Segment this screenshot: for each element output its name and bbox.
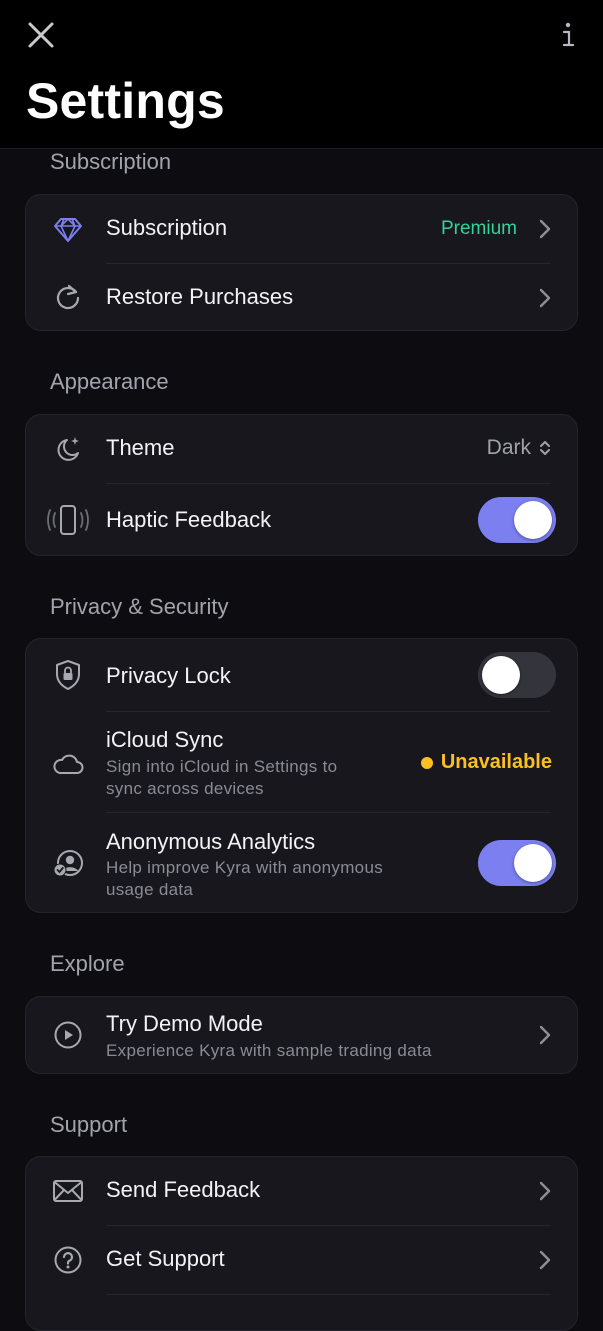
chevron-right-icon [535,217,555,241]
toggle-knob [514,844,552,882]
theme-value[interactable]: Dark [487,436,531,460]
moon-sparkle-icon [50,431,86,467]
haptic-feedback-row: Haptic Feedback [26,484,577,556]
chevron-right-icon [535,286,555,310]
haptic-feedback-toggle[interactable] [478,497,556,543]
nav-header: Settings [0,0,603,149]
section-label-explore: Explore [50,951,125,976]
chevron-right-icon [535,1023,555,1047]
privacy-lock-row: Privacy Lock [26,639,577,711]
anonymous-analytics-label: Anonymous Analytics [106,829,316,854]
privacy-lock-toggle[interactable] [478,652,556,698]
icloud-sync-label: iCloud Sync [106,727,224,752]
anonymous-analytics-row: Anonymous Analytics Help improve Kyra wi… [26,813,577,913]
play-circle-icon [50,1017,86,1053]
chevron-right-icon [535,1248,555,1272]
section-label-privacy: Privacy & Security [50,594,229,619]
appearance-card: Theme Dark Haptic Feedback [25,414,578,556]
divider [106,1294,551,1295]
subscription-card: Subscription Premium Restore Purchases [25,194,578,331]
page-title: Settings [26,73,225,129]
icloud-status-badge: Unavailable [420,751,552,774]
send-feedback-label: Send Feedback [106,1177,261,1202]
shield-lock-icon [50,657,86,693]
get-support-label: Get Support [106,1246,225,1271]
get-support-row[interactable]: Get Support [26,1226,577,1294]
icloud-sync-subtitle-line1: Sign into iCloud in Settings to [106,757,338,776]
restore-purchases-label: Restore Purchases [106,284,294,309]
privacy-lock-label: Privacy Lock [106,663,231,688]
question-circle-icon [50,1242,86,1278]
icloud-status-text: Unavailable [440,751,552,773]
toggle-knob [514,501,552,539]
subscription-label: Subscription [106,215,228,240]
send-feedback-row[interactable]: Send Feedback [26,1157,577,1225]
restore-purchases-row[interactable]: Restore Purchases [26,264,577,332]
anonymous-analytics-subtitle-line1: Help improve Kyra with anonymous [106,858,383,877]
cloud-icon [50,746,86,782]
status-dot [420,756,433,769]
chevron-up-down-icon [537,436,553,460]
subscription-status-value: Premium [440,218,517,239]
anonymous-analytics-toggle[interactable] [478,840,556,886]
diamond-icon [50,211,86,247]
icloud-sync-row: iCloud Sync Sign into iCloud in Settings… [26,712,577,812]
section-label-appearance: Appearance [50,369,169,394]
envelope-icon [50,1173,86,1209]
explore-card: Try Demo Mode Experience Kyra with sampl… [25,996,578,1074]
info-icon [562,22,575,47]
section-label-subscription: Subscription [50,149,172,174]
privacy-card: Privacy Lock iCloud Sync Sign into iClou… [25,638,578,913]
haptic-feedback-label: Haptic Feedback [106,507,272,532]
section-label-support: Support [50,1112,128,1137]
try-demo-mode-label: Try Demo Mode [106,1011,263,1036]
try-demo-mode-subtitle: Experience Kyra with sample trading data [106,1041,432,1060]
theme-label: Theme [106,435,175,460]
close-button[interactable] [22,16,60,54]
toggle-knob [482,656,520,694]
theme-row[interactable]: Theme Dark [26,415,577,483]
restore-icon [50,279,86,315]
phone-vibrate-icon [46,502,90,538]
subscription-row[interactable]: Subscription Premium [26,195,577,263]
chevron-right-icon [535,1179,555,1203]
icloud-sync-subtitle-line2: sync across devices [106,779,264,798]
close-icon [28,22,54,48]
info-button[interactable] [553,16,583,54]
try-demo-mode-row[interactable]: Try Demo Mode Experience Kyra with sampl… [26,997,577,1073]
person-check-icon [50,845,86,881]
anonymous-analytics-subtitle-line2: usage data [106,880,194,899]
support-card: Send Feedback Get Support [25,1156,578,1331]
